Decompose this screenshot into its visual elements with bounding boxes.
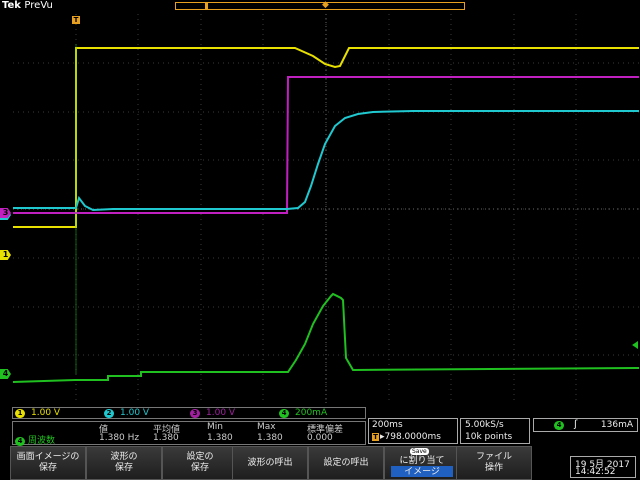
channel-scale-row: 1 1.00 V 2 1.00 V 3 1.00 V 4 200mA: [12, 407, 366, 419]
horizontal-timebase[interactable]: 200ms T ▸798.0000ms: [368, 418, 458, 444]
file-utilities-button[interactable]: ファイル 操作: [456, 446, 532, 480]
measurement-stddev: 0.000: [307, 433, 333, 443]
record-view-bar[interactable]: [175, 2, 465, 10]
save-setup-button[interactable]: 設定の 保存: [162, 446, 238, 480]
ch2-waveform: [13, 110, 639, 212]
measurement-value: 1.380 Hz: [99, 433, 140, 443]
bottom-menu: 画面イメージの 保存 波形の 保存 設定の 保存 波形の呼出 設定の呼出 Sav…: [0, 446, 640, 480]
brand-name: Tek: [2, 0, 21, 11]
record-length: 10k points: [465, 432, 513, 442]
trigger-marker-icon[interactable]: T: [72, 16, 80, 24]
ch1-scale[interactable]: 1 1.00 V: [15, 408, 60, 418]
ch1-ground-marker[interactable]: 1: [0, 250, 11, 260]
measurement-panel[interactable]: 4 周波数 値 平均値 Min Max 標準偏差 1.380 Hz 1.380 1…: [12, 421, 366, 446]
measurement-source: 4 周波数: [15, 433, 55, 446]
ch4-ground-marker[interactable]: 4: [0, 369, 11, 379]
ch2-scale[interactable]: 2 1.00 V: [104, 408, 149, 418]
ch3-scale-value: 1.00 V: [206, 408, 236, 418]
brand-label: Tek PreVu: [2, 0, 53, 11]
trigger-source-badge: 4: [554, 421, 564, 430]
oscilloscope-screen: Tek PreVu ◆ T 1 2 3 4 1 1.00 V 2 1.00 V 3 1…: [0, 0, 640, 480]
measurement-type: 周波数: [28, 436, 56, 446]
date-time-display: 19 5月 2017 14:42:52: [570, 456, 636, 478]
measurement-mean: 1.380: [153, 433, 179, 443]
recall-waveform-button[interactable]: 波形の呼出: [232, 446, 308, 480]
timebase-scale: 200ms: [372, 420, 403, 430]
ch4-badge: 4: [279, 409, 289, 418]
measurement-header-max: Max: [257, 422, 276, 432]
top-bar: Tek PreVu ◆: [0, 0, 640, 14]
measurement-min: 1.380: [207, 433, 233, 443]
delay-trigger-icon: T: [372, 433, 379, 441]
ch2-badge: 2: [104, 409, 114, 418]
time: 14:42:52: [575, 467, 616, 477]
ch1-scale-value: 1.00 V: [31, 408, 61, 418]
ch4-scale-value: 200mA: [295, 408, 328, 418]
trigger-level-value: 136mA: [600, 420, 633, 430]
trigger-readout[interactable]: 4 ʃ 136mA: [533, 418, 638, 432]
ch1-badge: 1: [15, 409, 25, 418]
measurement-max: 1.380: [257, 433, 283, 443]
ch3-scale[interactable]: 3 1.00 V: [190, 408, 235, 418]
assign-save-label: に割り当て イメージ: [399, 456, 445, 477]
ch4-scale[interactable]: 4 200mA: [279, 408, 327, 418]
timebase-delay: T ▸798.0000ms: [372, 432, 441, 442]
save-tag: Save: [410, 448, 429, 455]
sample-rate: 5.00kS/s: [465, 420, 504, 430]
measurement-source-badge: 4: [15, 437, 25, 446]
trigger-level-icon[interactable]: [632, 341, 638, 349]
waveform-graticule: [13, 14, 639, 404]
delay-value: ▸798.0000ms: [380, 432, 441, 442]
record-view-window[interactable]: [205, 3, 208, 9]
save-screen-image-button[interactable]: 画面イメージの 保存: [10, 446, 86, 480]
ch3-badge: 3: [190, 409, 200, 418]
measurement-header-min: Min: [207, 422, 223, 432]
save-waveform-button[interactable]: 波形の 保存: [86, 446, 162, 480]
assign-save-button[interactable]: Save に割り当て イメージ: [384, 446, 460, 480]
recall-setup-button[interactable]: 設定の呼出: [308, 446, 384, 480]
ch2-scale-value: 1.00 V: [120, 408, 150, 418]
trigger-slope-icon: ʃ: [574, 419, 578, 430]
trigger-position-icon: ◆: [322, 0, 329, 10]
acquisition-mode: PreVu: [24, 0, 53, 11]
acquisition-info[interactable]: 5.00kS/s 10k points: [460, 418, 530, 444]
